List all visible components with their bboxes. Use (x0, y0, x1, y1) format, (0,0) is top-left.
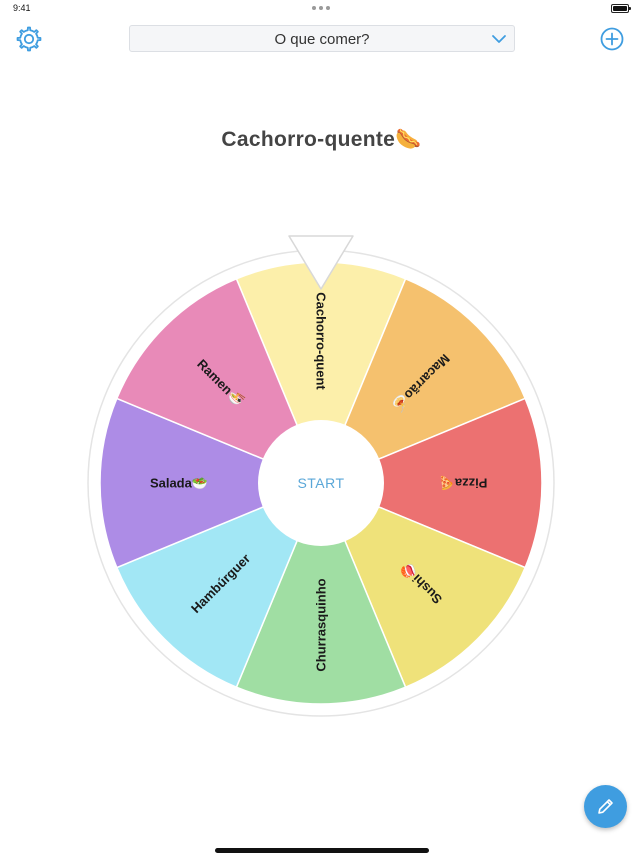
wheel-segment-label: Cachorro-quent (314, 292, 329, 390)
start-button[interactable]: START (258, 420, 384, 546)
edit-button[interactable] (584, 785, 627, 828)
wheel-segment-label: Pizza🍕 (439, 476, 488, 491)
wheel-segment-label: Churrasquinho (314, 578, 329, 671)
home-indicator (215, 848, 429, 853)
start-label: START (297, 475, 345, 491)
pencil-icon (598, 799, 613, 814)
wheel-segment-label: Salada🥗 (150, 476, 208, 491)
